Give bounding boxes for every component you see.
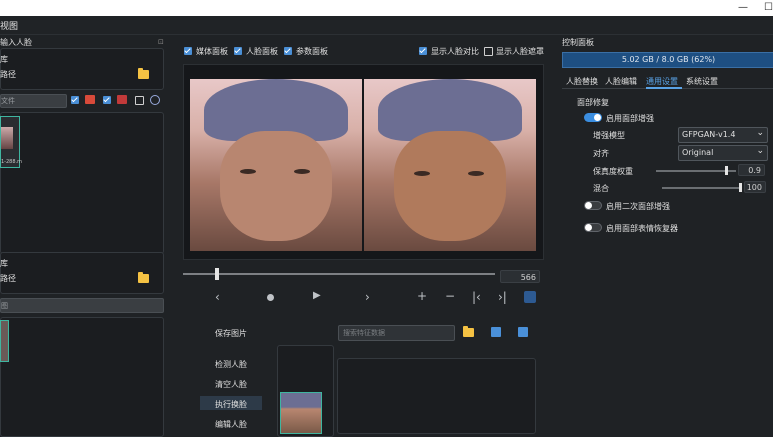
image-filter-icon [85, 95, 95, 104]
show-compare-checkbox[interactable] [419, 47, 427, 55]
embeddings-list [337, 358, 536, 434]
swap-faces-button[interactable]: 执行换脸 [200, 396, 262, 410]
show-mask-checkbox[interactable] [484, 47, 493, 56]
record-icon[interactable] [267, 294, 274, 301]
window-titlebar: — ☐ [0, 0, 773, 16]
fullscreen-icon[interactable] [524, 291, 536, 303]
control-panel [556, 35, 773, 435]
timeline-slider-handle[interactable] [215, 268, 219, 280]
model-label: 增强模型 [593, 131, 625, 140]
fidelity-slider-handle[interactable] [725, 166, 728, 175]
minimize-icon[interactable]: — [738, 2, 748, 13]
video-preview[interactable] [183, 64, 544, 260]
file-filter-input[interactable]: 文件 [0, 94, 67, 108]
enable-expression-restore-label: 启用面部表情恢复器 [606, 224, 678, 233]
tab-face-swap[interactable]: 人脸替换 [566, 76, 598, 87]
model-select[interactable]: GFPGAN-v1.4 ⌄ [678, 127, 768, 143]
align-label: 对齐 [593, 149, 609, 158]
play-icon[interactable]: ▶ [313, 290, 321, 301]
face-panel-label: 人脸面板 [246, 47, 278, 56]
library-1-title: 库 [0, 55, 8, 64]
tab-general-settings[interactable]: 通用设置 [646, 76, 678, 87]
save-as-embedding-icon[interactable] [518, 327, 528, 337]
panel-float-icon[interactable]: ⊡ [158, 38, 164, 46]
webcam-filter-icon [150, 95, 160, 105]
source-face-thumbnail[interactable] [0, 320, 9, 362]
tab-system-settings[interactable]: 系统设置 [686, 76, 718, 87]
show-mask-label: 显示人脸遮罩 [496, 47, 544, 56]
fidelity-spinbox[interactable]: 0.9 [738, 164, 765, 176]
save-image-button[interactable]: 保存图片 [215, 328, 247, 339]
prev-marker-icon[interactable]: ‹ [215, 290, 220, 304]
jump-prev-marker-icon[interactable]: |‹ [472, 290, 481, 304]
enable-restore-label: 启用面部增强 [606, 114, 654, 123]
media-panel-label: 媒体面板 [196, 47, 228, 56]
library-2-path-label: 路径 [0, 274, 16, 283]
source-faces-grid [0, 317, 164, 437]
blend-slider-handle[interactable] [739, 183, 742, 192]
blend-label: 混合 [593, 184, 609, 193]
enable-restore-toggle[interactable] [584, 113, 602, 122]
face-search-input[interactable]: 图 [0, 298, 164, 313]
enable-second-restore-label: 启用二次面部增强 [606, 202, 670, 211]
vram-usage-bar: 5.02 GB / 8.0 GB (62%) [562, 52, 773, 68]
face-panel-checkbox[interactable] [234, 47, 242, 55]
video-filter-icon [117, 95, 127, 104]
open-embedding-folder-icon[interactable] [463, 326, 474, 337]
params-panel-label: 参数面板 [296, 47, 328, 56]
enable-second-restore-toggle[interactable] [584, 201, 602, 210]
add-marker-icon[interactable]: + [417, 289, 427, 303]
chevron-down-icon: ⌄ [756, 128, 764, 138]
library-1-path-label: 路径 [0, 70, 16, 79]
tab-face-edit[interactable]: 人脸编辑 [605, 76, 637, 87]
blend-slider[interactable] [662, 187, 742, 189]
original-frame [190, 79, 362, 251]
enable-expression-restore-toggle[interactable] [584, 223, 602, 232]
face-restore-group-title: 面部修复 [577, 98, 609, 107]
align-select[interactable]: Original ⌄ [678, 145, 768, 161]
maximize-icon[interactable]: ☐ [764, 2, 773, 13]
params-panel-checkbox[interactable] [284, 47, 292, 55]
chevron-down-icon: ⌄ [756, 146, 764, 156]
swapped-frame [364, 79, 536, 251]
edit-faces-button[interactable]: 编辑人脸 [215, 419, 247, 430]
active-tab-indicator [646, 87, 682, 89]
menubar: 视图 [0, 16, 773, 35]
next-icon[interactable]: › [365, 290, 370, 304]
detect-faces-button[interactable]: 检测人脸 [215, 359, 247, 370]
timeline-slider[interactable] [183, 273, 495, 275]
library-2-title: 库 [0, 259, 8, 268]
filter-webcam-checkbox[interactable] [135, 96, 144, 105]
fidelity-label: 保真度权重 [593, 167, 633, 176]
save-embedding-icon[interactable] [491, 327, 501, 337]
jump-next-marker-icon[interactable]: ›| [498, 290, 507, 304]
remove-marker-icon[interactable]: − [445, 289, 455, 303]
target-face-thumbnail[interactable] [280, 392, 322, 434]
fidelity-slider[interactable] [656, 170, 736, 172]
media-thumbnail[interactable]: 1-288.m [0, 116, 22, 168]
filter-images-checkbox[interactable] [71, 96, 79, 104]
input-faces-title: 输入人脸 [0, 38, 32, 47]
embedding-search-input[interactable]: 搜索特征数据 [338, 325, 455, 341]
control-panel-title: 控制面板 [562, 38, 594, 47]
media-thumbnails-grid [0, 112, 164, 254]
frame-number-spinbox[interactable]: 566 [500, 270, 540, 283]
library-1-folder-icon[interactable] [138, 68, 149, 79]
clear-faces-button[interactable]: 清空人脸 [215, 379, 247, 390]
blend-spinbox[interactable]: 100 [744, 181, 766, 193]
media-panel-checkbox[interactable] [184, 47, 192, 55]
library-2-folder-icon[interactable] [138, 272, 149, 283]
show-compare-label: 显示人脸对比 [431, 47, 479, 56]
menu-view[interactable]: 视图 [0, 19, 18, 32]
filter-videos-checkbox[interactable] [103, 96, 111, 104]
